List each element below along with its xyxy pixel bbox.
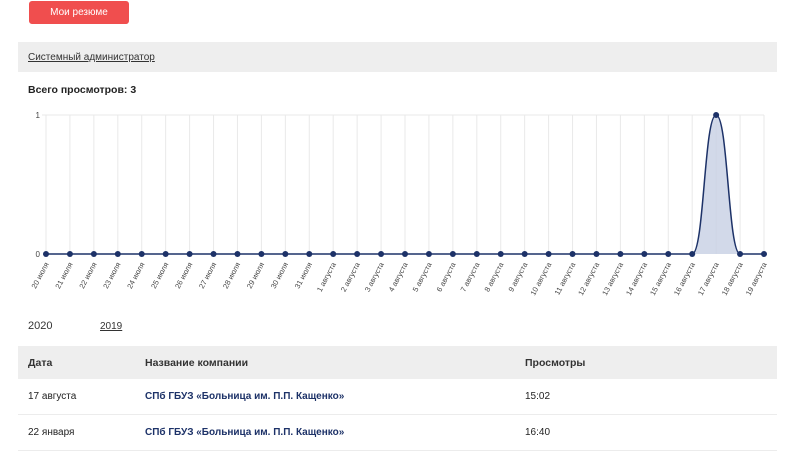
views-table: Дата Название компании Просмотры 17 авгу… [18,346,777,451]
x-tick-label: 14 августа [624,260,649,297]
data-point [641,251,648,257]
views-chart: 0 1 20 июля 21 июля 22 июля 23 июля 24 июля 25 … [29,111,769,297]
x-tick-label: 24 июля [125,261,146,290]
data-point [43,251,49,257]
data-point [617,251,624,257]
x-tick-label: 31 июля [293,261,314,290]
x-tick-label: 12 августа [576,260,601,297]
data-point [114,251,121,257]
row-views: 15:02 [525,391,551,402]
data-point [234,251,241,257]
x-tick-label: 22 июля [77,261,98,290]
table-row: 17 августа СПб ГБУЗ «Больница им. П.П. К… [18,379,777,415]
header-company: Название компании [145,356,249,369]
year-current: 2020 [28,320,53,332]
resume-title-link[interactable]: Системный администратор [28,52,155,63]
year-selector: 2020 2019 [28,320,122,332]
y-tick-label: 0 [36,250,41,259]
data-point [425,251,432,257]
x-tick-label: 3 августа [363,260,386,293]
resume-bar: Системный администратор [18,42,777,72]
x-tick-label: 30 июля [269,261,290,290]
company-link[interactable]: СПб ГБУЗ «Больница им. П.П. Кащенко» [145,391,344,402]
x-tick-label: 18 августа [720,260,745,297]
company-link[interactable]: СПб ГБУЗ «Больница им. П.П. Кащенко» [145,427,344,438]
x-tick-label: 29 июля [245,261,266,290]
x-tick-label: 11 августа [553,260,578,296]
data-point [330,251,337,257]
x-tick-label: 17 августа [696,260,721,297]
x-tick-label: 6 августа [435,260,458,293]
header-date: Дата [28,356,53,369]
x-tick-label: 15 августа [648,260,673,297]
data-point [90,251,97,257]
data-point [449,251,456,257]
data-point [378,251,385,257]
data-point [282,251,289,257]
data-point [737,251,744,257]
x-tick-label: 9 августа [506,260,529,293]
x-tick-label: 4 августа [387,260,410,293]
data-point [138,251,145,257]
my-resumes-button[interactable]: Мои резюме [29,1,129,24]
data-point [713,112,720,118]
data-point [306,251,313,257]
row-date: 17 августа [28,391,77,402]
x-tick-label: 8 августа [482,260,505,293]
x-tick-label: 28 июля [221,261,242,290]
x-tick-label: 21 июля [53,261,74,290]
data-point [497,251,504,257]
x-tick-label: 19 августа [744,260,769,297]
x-tick-label: 13 августа [600,260,625,297]
data-point [593,251,600,257]
data-point [258,251,265,257]
x-tick-label: 2 августа [339,260,362,293]
data-point [521,251,528,257]
x-tick-label: 7 августа [459,260,482,293]
data-point [569,251,576,257]
x-tick-label: 5 августа [411,260,434,293]
x-tick-label: 20 июля [29,261,50,290]
x-tick-label: 27 июля [197,261,218,290]
data-point [162,251,169,257]
row-date: 22 января [28,427,75,438]
header-views: Просмотры [525,356,586,369]
data-point [186,251,193,257]
data-point [665,251,672,257]
x-tick-label: 26 июля [173,261,194,290]
table-header: Дата Название компании Просмотры [18,346,777,379]
total-views: Всего просмотров: 3 [28,84,137,96]
x-tick-label: 23 июля [101,261,122,290]
x-tick-label: 1 августа [315,260,338,293]
year-link-2019[interactable]: 2019 [100,321,122,332]
data-point [210,251,217,257]
x-tick-label: 10 августа [528,260,553,297]
x-tick-label: 25 июля [149,261,170,290]
data-point [545,251,552,257]
x-tick-label: 16 августа [672,260,697,297]
data-point [66,251,73,257]
data-point [473,251,480,257]
data-point [354,251,361,257]
data-point [761,251,767,257]
table-row: 22 января СПб ГБУЗ «Больница им. П.П. Ка… [18,415,777,451]
y-tick-label: 1 [36,111,41,120]
row-views: 16:40 [525,427,551,438]
data-point [689,251,696,257]
data-point [402,251,408,257]
